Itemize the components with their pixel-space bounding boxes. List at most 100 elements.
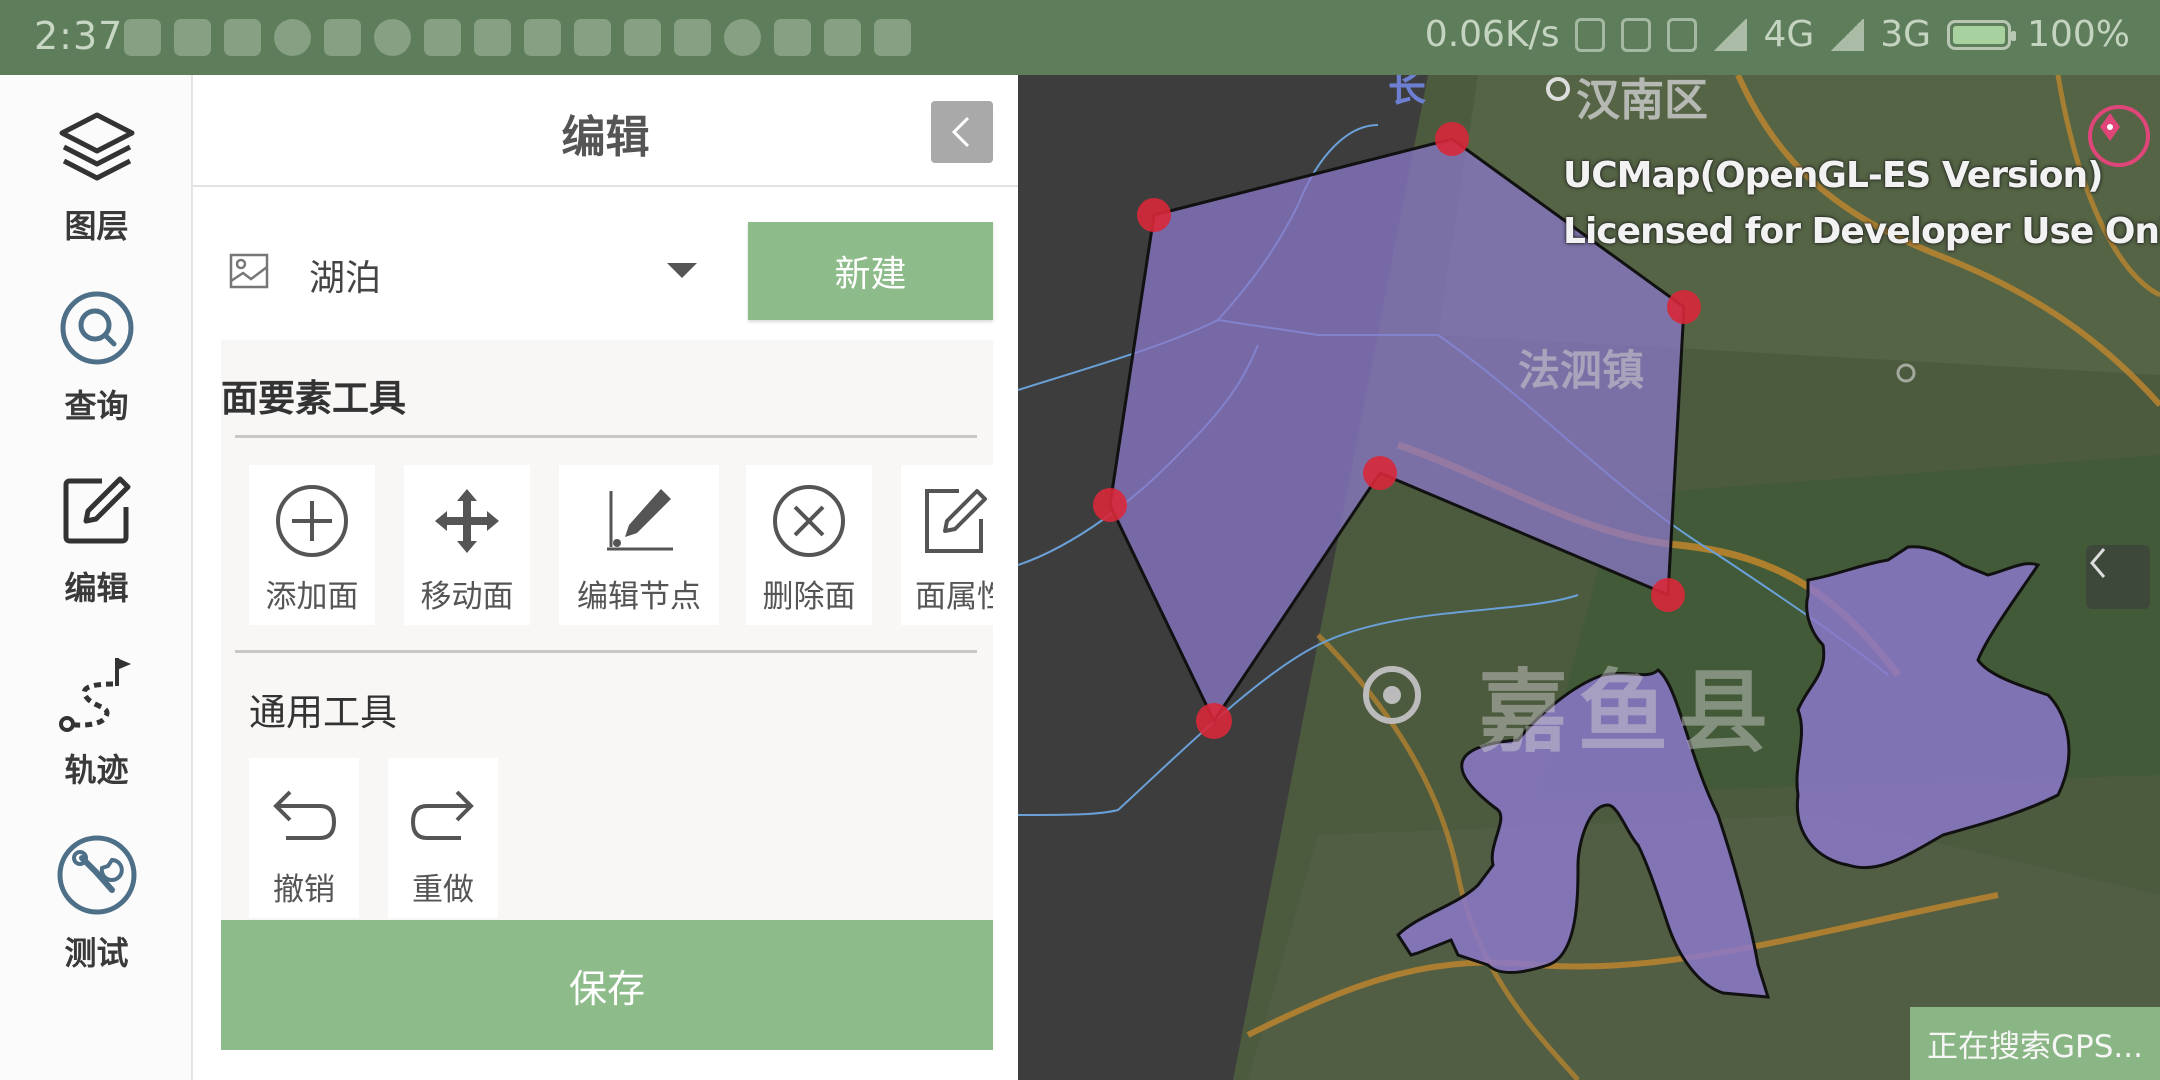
signal-icon <box>1830 18 1865 51</box>
notification-icon <box>524 19 561 56</box>
tool-label: 撤销 <box>273 872 335 908</box>
gps-status-badge: 正在搜索GPS... <box>1910 1007 2160 1080</box>
move-icon <box>427 481 507 561</box>
polygon-vertex[interactable] <box>1667 290 1701 324</box>
notification-icon <box>274 19 311 56</box>
redo-button[interactable]: 重做 <box>388 758 498 918</box>
net-speed: 0.06K/s <box>1424 14 1560 55</box>
tool-area: 面要素工具 添加面 移动面 编辑节点 删除面 面属性 通用工具 撤销 重做 <box>221 340 993 920</box>
notification-icon <box>624 19 661 56</box>
add-circle-icon <box>272 481 352 561</box>
redo-icon <box>403 774 483 854</box>
notification-icon <box>474 19 511 56</box>
nav-item-track[interactable]: 轨迹 <box>0 647 193 807</box>
side-panel-toggle[interactable] <box>2086 545 2150 609</box>
edit-panel: 编辑 湖泊 新建 面要素工具 添加面 移动面 编辑节点 删除面 面属性 通用工具… <box>193 75 1018 1080</box>
notification-icon <box>124 19 161 56</box>
notification-icon <box>224 19 261 56</box>
place-label: 汉南区 <box>1576 75 1708 126</box>
edit-icon <box>52 465 142 555</box>
nav-item-test[interactable]: 测试 <box>0 830 193 990</box>
dropdown-arrow-icon <box>667 263 697 278</box>
layer-select-value: 湖泊 <box>309 258 382 299</box>
battery-level: 100% <box>2027 14 2130 55</box>
wrench-icon <box>52 830 142 920</box>
status-bar: 2:37 0.06K/s 4G 3G 100% <box>0 0 2160 75</box>
polygon-vertex[interactable] <box>1651 578 1685 612</box>
notification-icon <box>574 19 611 56</box>
tool-label: 重做 <box>412 872 474 908</box>
notification-icon <box>724 19 761 56</box>
layers-icon <box>52 103 142 193</box>
tool-move-polygon[interactable]: 移动面 <box>404 465 530 625</box>
nav-label: 测试 <box>64 934 129 972</box>
tool-label: 删除面 <box>762 579 856 615</box>
notification-icon <box>324 19 361 56</box>
notification-icon <box>874 19 911 56</box>
signal-icon <box>1713 18 1748 51</box>
search-icon <box>52 283 142 373</box>
notification-icon <box>174 19 211 56</box>
new-button[interactable]: 新建 <box>748 222 993 320</box>
panel-title: 编辑 <box>561 112 650 163</box>
tool-add-polygon[interactable]: 添加面 <box>249 465 375 625</box>
notification-icon <box>774 19 811 56</box>
nav-item-edit[interactable]: 编辑 <box>0 465 193 625</box>
delete-circle-icon <box>769 481 849 561</box>
network-3g: 3G <box>1880 14 1932 55</box>
map-view[interactable]: 长 汉南区 法泗镇 嘉鱼县 UCMap(OpenGL-ES Version) L… <box>1018 75 2160 1080</box>
notification-icon <box>674 19 711 56</box>
undo-button[interactable]: 撤销 <box>249 758 359 918</box>
mute-icon <box>1621 17 1652 52</box>
status-indicators: 0.06K/s 4G 3G 100% <box>1425 14 2130 55</box>
chevron-left-icon <box>2090 548 2106 578</box>
undo-icon <box>264 774 344 854</box>
notification-icon <box>374 19 411 56</box>
tool-edit-nodes[interactable]: 编辑节点 <box>559 465 719 625</box>
compass-icon <box>2100 113 2120 141</box>
battery-icon <box>1947 19 2017 50</box>
polygon-vertex[interactable] <box>1435 122 1469 156</box>
network-4g: 4G <box>1763 14 1815 55</box>
polygon-vertex[interactable] <box>1137 198 1171 232</box>
collapse-panel-button[interactable] <box>931 101 993 163</box>
map-watermark: Licensed for Developer Use Only <box>1563 211 2160 252</box>
chevron-left-icon <box>951 116 970 148</box>
polygon-vertex[interactable] <box>1196 703 1232 739</box>
polygon-tools-row: 添加面 移动面 编辑节点 删除面 面属性 <box>221 465 993 625</box>
common-tools-row: 撤销 重做 <box>221 758 993 918</box>
tool-label: 添加面 <box>265 579 359 615</box>
bluetooth-icon <box>1575 17 1606 52</box>
polygon-vertex[interactable] <box>1363 456 1397 490</box>
edit-node-icon <box>599 481 679 561</box>
map-layer-icon <box>229 253 269 289</box>
tool-polygon-attributes[interactable]: 面属性 <box>901 465 993 625</box>
side-nav: 图层 查询 编辑 轨迹 测试 <box>0 75 193 1080</box>
notification-icon <box>424 19 461 56</box>
polygon-vertex[interactable] <box>1093 488 1127 522</box>
section-title-polygon-tools: 面要素工具 <box>221 377 406 420</box>
notification-icon <box>824 19 861 56</box>
place-label: 长 <box>1388 75 1426 110</box>
nav-item-query[interactable]: 查询 <box>0 283 193 443</box>
compass-button[interactable] <box>2088 105 2150 167</box>
save-button[interactable]: 保存 <box>221 920 993 1050</box>
track-icon <box>52 647 142 737</box>
section-title-common-tools: 通用工具 <box>249 691 397 734</box>
notification-icons <box>124 19 911 56</box>
nav-label: 轨迹 <box>64 751 129 789</box>
nav-label: 图层 <box>64 207 129 245</box>
divider <box>235 650 977 653</box>
nav-item-layers[interactable]: 图层 <box>0 103 193 263</box>
place-label: 法泗镇 <box>1518 346 1644 395</box>
panel-header: 编辑 <box>193 75 1018 187</box>
attribute-edit-icon <box>915 481 993 561</box>
divider <box>235 435 977 438</box>
status-time: 2:37 <box>34 14 124 58</box>
tool-delete-polygon[interactable]: 删除面 <box>746 465 872 625</box>
tool-label: 编辑节点 <box>577 579 701 615</box>
nav-label: 编辑 <box>64 569 129 607</box>
tool-label: 移动面 <box>420 579 514 615</box>
map-watermark: UCMap(OpenGL-ES Version) <box>1563 155 2104 196</box>
alarm-icon <box>1667 17 1698 52</box>
